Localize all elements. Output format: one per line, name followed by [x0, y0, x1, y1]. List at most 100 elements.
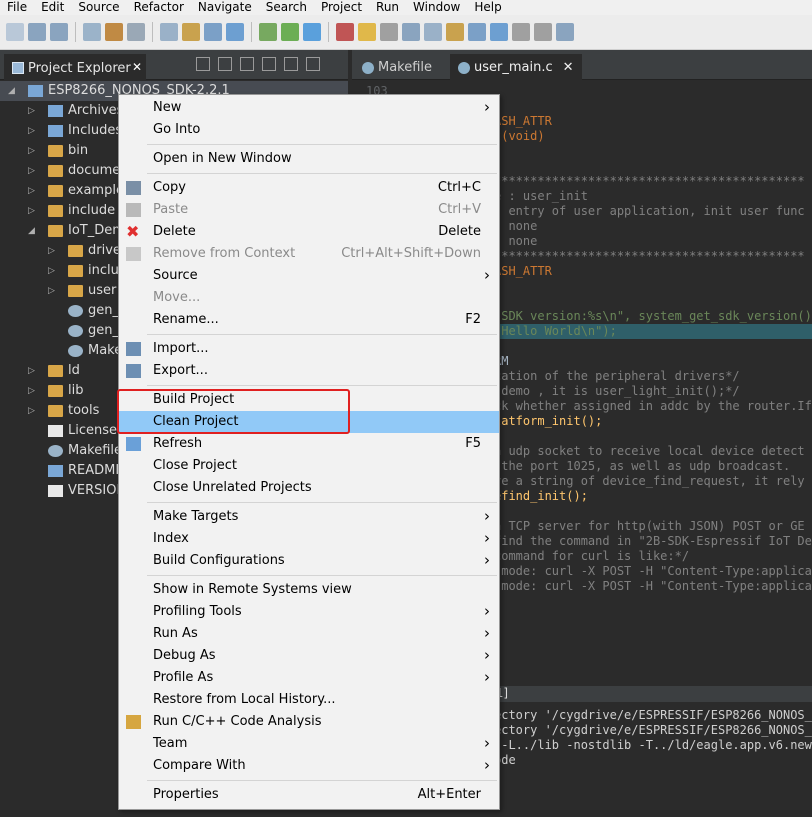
toolbar-button-icon[interactable]: [259, 23, 277, 41]
folder-icon: [68, 285, 83, 297]
collapsed-arrow-icon[interactable]: ▷: [28, 384, 38, 398]
menu-item-build-configurations[interactable]: Build Configurations ›: [119, 550, 499, 572]
toolbar-button-icon[interactable]: [336, 23, 354, 41]
toolbar-button-icon[interactable]: [556, 23, 574, 41]
menu-item-index[interactable]: Index ›: [119, 528, 499, 550]
menu-item-label: Delete: [153, 224, 196, 239]
menu-item-run-as[interactable]: Run As ›: [119, 623, 499, 645]
toolbar-button-icon[interactable]: [127, 23, 145, 41]
menu-item-debug-as[interactable]: Debug As ›: [119, 645, 499, 667]
menu-item-source[interactable]: Source ›: [119, 265, 499, 287]
menu-help[interactable]: Help: [467, 0, 508, 15]
toolbar-button-icon[interactable]: [28, 23, 46, 41]
toolbar-button-icon[interactable]: [490, 23, 508, 41]
menu-item-go-into[interactable]: Go Into: [119, 119, 499, 141]
toolbar-button-icon[interactable]: [468, 23, 486, 41]
menu-item-refresh[interactable]: Refresh F5: [119, 433, 499, 455]
toolbar-button-icon[interactable]: [380, 23, 398, 41]
menu-run[interactable]: Run: [369, 0, 406, 15]
menu-item-restore-from-local-history[interactable]: Restore from Local History...: [119, 689, 499, 711]
menu-refactor[interactable]: Refactor: [127, 0, 191, 15]
menu-item-copy[interactable]: Copy Ctrl+C: [119, 177, 499, 199]
toolbar-button-icon[interactable]: [6, 23, 24, 41]
collapse-all-icon[interactable]: [196, 57, 210, 71]
copy-icon: [126, 181, 141, 195]
maximize-icon[interactable]: [306, 57, 320, 71]
project-explorer-title: Project Explorer: [28, 61, 131, 76]
menu-separator: [147, 334, 497, 335]
menu-item-show-in-remote-systems-view[interactable]: Show in Remote Systems view: [119, 579, 499, 601]
view-menu-icon[interactable]: [262, 57, 276, 71]
menu-source[interactable]: Source: [71, 0, 126, 15]
menu-item-make-targets[interactable]: Make Targets ›: [119, 506, 499, 528]
menu-item-properties[interactable]: Properties Alt+Enter: [119, 784, 499, 806]
file-icon: [48, 485, 63, 497]
collapsed-arrow-icon[interactable]: ▷: [28, 404, 38, 418]
menu-item-close-project[interactable]: Close Project: [119, 455, 499, 477]
menu-item-label: Close Project: [153, 458, 238, 473]
toolbar-button-icon[interactable]: [281, 23, 299, 41]
console-line: -L../lib -nostdlib -T../ld/eagle.app.v6.…: [494, 738, 812, 752]
menu-item-rename[interactable]: Rename... F2: [119, 309, 499, 331]
expanded-arrow-icon[interactable]: ◢: [8, 84, 18, 98]
toolbar-button-icon[interactable]: [512, 23, 530, 41]
collapsed-arrow-icon[interactable]: ▷: [48, 244, 58, 258]
link-editor-icon[interactable]: [218, 57, 232, 71]
collapsed-arrow-icon[interactable]: ▷: [48, 284, 58, 298]
toolbar-button-icon[interactable]: [182, 23, 200, 41]
collapsed-arrow-icon[interactable]: ▷: [28, 204, 38, 218]
code-line: efind_init();: [494, 489, 588, 503]
code-line: ****************************************…: [494, 249, 805, 263]
collapsed-arrow-icon[interactable]: ▷: [28, 104, 38, 118]
toolbar-button-icon[interactable]: [534, 23, 552, 41]
collapsed-arrow-icon[interactable]: ▷: [28, 364, 38, 378]
filter-icon[interactable]: [240, 57, 254, 71]
toolbar-button-icon[interactable]: [50, 23, 68, 41]
menu-item-profile-as[interactable]: Profile As ›: [119, 667, 499, 689]
menu-edit[interactable]: Edit: [34, 0, 71, 15]
project-explorer-tab[interactable]: Project Explorer ✕: [4, 54, 146, 80]
toolbar-button-icon[interactable]: [303, 23, 321, 41]
collapsed-arrow-icon[interactable]: ▷: [28, 164, 38, 178]
toolbar-button-icon[interactable]: [105, 23, 123, 41]
collapsed-arrow-icon[interactable]: ▷: [28, 124, 38, 138]
menu-item-import[interactable]: Import...: [119, 338, 499, 360]
collapsed-arrow-icon[interactable]: ▷: [48, 264, 58, 278]
minimize-icon[interactable]: [284, 57, 298, 71]
collapsed-arrow-icon[interactable]: ▷: [28, 144, 38, 158]
menu-search[interactable]: Search: [259, 0, 314, 15]
expanded-arrow-icon[interactable]: ◢: [28, 224, 38, 238]
toolbar-button-icon[interactable]: [402, 23, 420, 41]
toolbar-button-icon[interactable]: [83, 23, 101, 41]
menu-item-move: Move...: [119, 287, 499, 309]
toolbar-button-icon[interactable]: [358, 23, 376, 41]
menu-item-label: Profile As: [153, 670, 214, 685]
tree-item-label: user: [88, 283, 117, 298]
editor-tab[interactable]: user_main.c ✕: [450, 54, 582, 80]
menu-item-profiling-tools[interactable]: Profiling Tools ›: [119, 601, 499, 623]
close-icon[interactable]: ✕: [563, 60, 574, 75]
toolbar-button-icon[interactable]: [160, 23, 178, 41]
menu-item-team[interactable]: Team ›: [119, 733, 499, 755]
toolbar-button-icon[interactable]: [446, 23, 464, 41]
menu-item-new[interactable]: New ›: [119, 97, 499, 119]
code-line: demo , it is user_light_init();*/: [494, 384, 740, 398]
menu-project[interactable]: Project: [314, 0, 369, 15]
menu-item-delete[interactable]: ✖ Delete Delete: [119, 221, 499, 243]
close-icon[interactable]: ✕: [132, 60, 142, 74]
editor-tab[interactable]: Makefile: [354, 54, 440, 80]
menu-item-compare-with[interactable]: Compare With ›: [119, 755, 499, 777]
menu-navigate[interactable]: Navigate: [191, 0, 259, 15]
menu-item-shortcut: Ctrl+V: [438, 202, 481, 217]
menu-item-run-c-c-code-analysis[interactable]: Run C/C++ Code Analysis: [119, 711, 499, 733]
collapsed-arrow-icon[interactable]: ▷: [28, 184, 38, 198]
toolbar-button-icon[interactable]: [226, 23, 244, 41]
menu-item-export[interactable]: Export...: [119, 360, 499, 382]
menu-file[interactable]: File: [0, 0, 34, 15]
menu-item-close-unrelated-projects[interactable]: Close Unrelated Projects: [119, 477, 499, 499]
menu-item-open-in-new-window[interactable]: Open in New Window: [119, 148, 499, 170]
code-line: the port 1025, as well as udp broadcast.: [494, 459, 791, 473]
toolbar-button-icon[interactable]: [424, 23, 442, 41]
menu-window[interactable]: Window: [406, 0, 467, 15]
toolbar-button-icon[interactable]: [204, 23, 222, 41]
